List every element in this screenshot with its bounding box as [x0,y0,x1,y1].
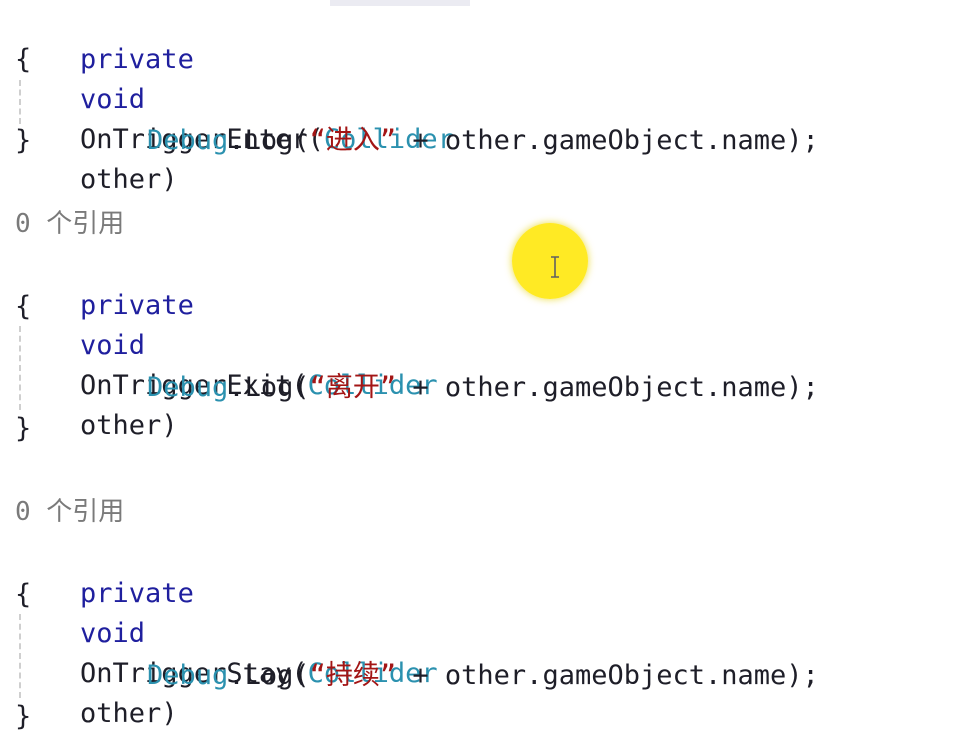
debug-log-statement-enter[interactable]: Debug.Log(“进入” + other.gameObject.name); [82,81,819,156]
debug-log-statement-exit[interactable]: Debug.Log(“离开” + other.gameObject.name); [82,328,819,403]
string-literal: “持续” [309,660,397,691]
close-paren: ) [161,410,178,441]
string-literal: “离开” [309,372,397,403]
dot: . [228,660,245,691]
close-brace: } [15,413,32,444]
log-method: Log [244,125,294,156]
close-paren: ) [161,164,178,195]
close-brace: } [15,701,32,732]
log-open-paren: ( [293,125,310,156]
log-method: Log [244,660,294,691]
log-method: Log [244,372,294,403]
log-remainder: + other.gameObject.name); [396,372,819,403]
method-signature-enter[interactable]: private void OnTriggerEnter(Collider oth… [15,0,454,195]
code-editor[interactable]: private void OnTriggerEnter(Collider oth… [0,0,974,742]
open-brace: { [15,579,32,610]
method-signature-exit[interactable]: private void OnTriggerExit(Collider othe… [15,246,438,441]
log-remainder: + other.gameObject.name); [396,660,819,691]
i-beam-cursor-icon [550,256,560,278]
log-open-paren: ( [293,660,310,691]
string-literal: “进入” [309,125,397,156]
log-remainder: + other.gameObject.name); [396,125,819,156]
keyword-private: private [80,44,194,75]
debug-class: Debug [147,372,229,403]
keyword-private: private [80,290,194,321]
close-brace: } [15,125,32,156]
reference-count-codelens[interactable]: 0 个引用 [15,206,124,242]
close-paren: ) [161,698,178,729]
dot: . [228,372,245,403]
log-open-paren: ( [293,372,310,403]
dot: . [228,125,245,156]
method-signature-stay[interactable]: private void OnTriggerStay(Collider othe… [15,534,438,729]
reference-count-codelens[interactable]: 0 个引用 [15,494,124,530]
open-brace: { [15,291,32,322]
debug-class: Debug [147,660,229,691]
debug-class: Debug [147,125,229,156]
open-brace: { [15,44,32,75]
debug-log-statement-stay[interactable]: Debug.Log(“持续” + other.gameObject.name); [82,616,819,691]
keyword-private: private [80,578,194,609]
